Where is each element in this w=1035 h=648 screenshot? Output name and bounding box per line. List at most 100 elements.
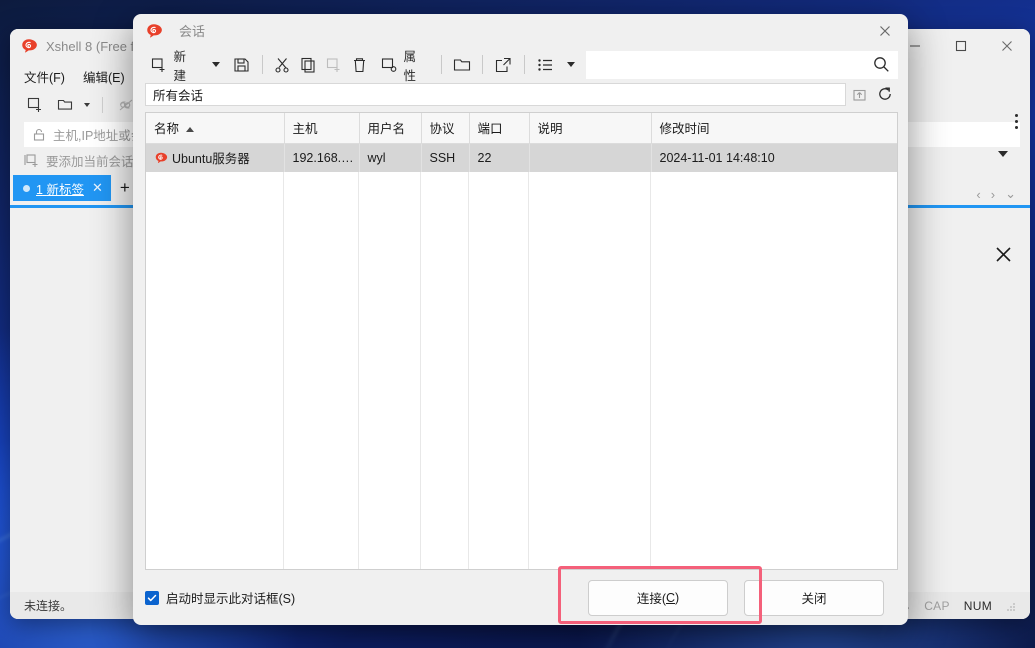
toolbar-separator xyxy=(102,97,103,113)
cut-icon[interactable] xyxy=(272,54,293,75)
tab-close-icon[interactable]: ✕ xyxy=(92,180,103,196)
properties-icon xyxy=(379,54,400,75)
checkbox-box[interactable] xyxy=(145,590,159,605)
dialog-toolbar: 新建 属性 xyxy=(133,47,908,83)
pane-close-icon[interactable] xyxy=(995,246,1012,268)
column-guides xyxy=(146,172,897,569)
cell-protocol: SSH xyxy=(421,143,470,172)
new-session-icon xyxy=(149,54,170,75)
column-label: 名称 xyxy=(154,122,180,136)
toolbar-separator xyxy=(482,55,484,74)
new-session-dropdown-caret-icon[interactable] xyxy=(211,62,220,67)
paste-icon xyxy=(324,54,345,75)
export-icon[interactable] xyxy=(493,54,514,75)
column-header-host[interactable]: 主机 xyxy=(284,113,360,144)
new-session-icon[interactable] xyxy=(24,95,46,115)
save-icon[interactable] xyxy=(231,54,252,75)
cell-description xyxy=(529,143,652,172)
xshell-logo-icon xyxy=(22,39,37,53)
tab-index: 1 xyxy=(36,182,43,197)
view-dropdown-caret-icon[interactable] xyxy=(566,62,575,67)
dialog-footer: 启动时显示此对话框(S) 连接(C) 关闭 xyxy=(133,570,908,625)
maximize-button[interactable] xyxy=(938,29,984,63)
dialog-titlebar: 会话 xyxy=(133,14,908,47)
connect-label: 连接( xyxy=(636,592,666,606)
more-options-icon[interactable] xyxy=(1015,114,1018,129)
close-button[interactable] xyxy=(984,29,1030,63)
checkbox-label: 启动时显示此对话框(S) xyxy=(166,592,296,606)
cell-host: 192.168.1... xyxy=(284,143,360,172)
column-header-modified[interactable]: 修改时间 xyxy=(651,113,897,144)
open-folder-icon[interactable] xyxy=(452,54,473,75)
properties-button[interactable]: 属性 xyxy=(375,44,431,86)
nav-expand-icon[interactable]: ⌄ xyxy=(1005,186,1016,202)
column-header-port[interactable]: 端口 xyxy=(469,113,530,144)
resize-grip-icon[interactable] xyxy=(1006,601,1016,611)
check-icon xyxy=(147,594,157,601)
address-placeholder-text: 主机,IP地址或会 xyxy=(53,129,144,143)
column-header-description[interactable]: 说明 xyxy=(529,113,652,144)
session-dialog: 会话 新建 属性 所有会话 名称 主机 用户名 协议 端口 说明 修改时间 Ub… xyxy=(133,14,908,625)
search-icon[interactable] xyxy=(873,56,890,73)
add-session-hint-text: 要添加当前会话 xyxy=(46,154,134,169)
cell-username: wyl xyxy=(359,143,422,172)
menu-item-edit[interactable]: 编辑(E) xyxy=(83,67,125,86)
toolbar-separator xyxy=(524,55,525,74)
refresh-icon[interactable] xyxy=(872,83,898,106)
nav-prev-icon[interactable]: ‹ xyxy=(976,187,980,202)
connect-accel: C xyxy=(665,590,676,605)
new-session-button[interactable]: 新建 xyxy=(145,44,201,86)
copy-icon[interactable] xyxy=(298,54,319,75)
column-header-username[interactable]: 用户名 xyxy=(359,113,422,144)
move-up-folder-icon[interactable] xyxy=(846,83,872,106)
table-header-row: 名称 主机 用户名 协议 端口 说明 修改时间 xyxy=(146,113,897,144)
cell-modified: 2024-11-01 14:48:10 xyxy=(659,150,775,165)
xshell-window-title: Xshell 8 (Free for xyxy=(46,38,146,54)
open-folder-icon[interactable] xyxy=(54,95,76,115)
pane-navigation-arrows: ‹ › ⌄ xyxy=(976,186,1016,202)
footer-buttons: 连接(C) 关闭 xyxy=(588,579,884,616)
tab-label: 新标签 xyxy=(46,182,84,197)
lock-icon xyxy=(33,128,45,141)
new-session-label: 新建 xyxy=(173,49,187,83)
delete-icon[interactable] xyxy=(349,54,370,75)
connect-button[interactable]: 连接(C) xyxy=(588,579,728,616)
connect-tail: ) xyxy=(675,590,680,605)
path-field[interactable]: 所有会话 xyxy=(145,82,846,106)
path-value: 所有会话 xyxy=(153,88,204,103)
cell-name: Ubuntu服务器 xyxy=(146,143,285,172)
caps-lock-indicator: CAP xyxy=(924,598,950,613)
add-session-icon xyxy=(24,154,38,167)
properties-label: 属性 xyxy=(403,49,417,83)
table-row[interactable]: Ubuntu服务器 192.168.1... wyl SSH 22 2024-1… xyxy=(146,143,897,172)
xshell-window-controls xyxy=(892,29,1030,63)
chevron-down-icon[interactable] xyxy=(84,103,90,107)
nav-next-icon[interactable]: › xyxy=(991,187,995,202)
session-name: Ubuntu服务器 xyxy=(172,152,250,166)
address-dropdown-caret-icon[interactable] xyxy=(998,151,1008,157)
dialog-close-button[interactable] xyxy=(862,14,908,47)
toolbar-separator xyxy=(261,55,263,74)
column-header-name[interactable]: 名称 xyxy=(146,113,285,144)
show-on-startup-checkbox[interactable]: 启动时显示此对话框(S) xyxy=(145,588,295,607)
connection-status-text: 未连接。 xyxy=(24,599,73,613)
toolbar-separator xyxy=(440,55,442,74)
tab-status-dot xyxy=(23,184,30,192)
list-empty-area[interactable] xyxy=(146,172,897,569)
list-view-icon[interactable] xyxy=(535,54,556,75)
tab-new-session[interactable]: 1 新标签 ✕ xyxy=(13,175,111,201)
column-header-protocol[interactable]: 协议 xyxy=(421,113,470,144)
xshell-session-icon xyxy=(155,152,168,163)
dialog-path-bar: 所有会话 xyxy=(145,82,898,106)
close-dialog-button[interactable]: 关闭 xyxy=(744,579,884,616)
cell-port: 22 xyxy=(469,143,530,172)
search-box[interactable] xyxy=(585,50,899,79)
session-table: 名称 主机 用户名 协议 端口 说明 修改时间 Ubuntu服务器 192.16… xyxy=(146,113,897,172)
dialog-title: 会话 xyxy=(179,24,206,39)
session-list[interactable]: 名称 主机 用户名 协议 端口 说明 修改时间 Ubuntu服务器 192.16… xyxy=(145,112,898,570)
xshell-logo-icon xyxy=(147,23,162,37)
num-lock-indicator: NUM xyxy=(963,598,992,613)
search-input[interactable] xyxy=(593,57,874,72)
menu-item-file[interactable]: 文件(F) xyxy=(24,67,65,86)
sort-ascending-icon xyxy=(186,127,195,133)
